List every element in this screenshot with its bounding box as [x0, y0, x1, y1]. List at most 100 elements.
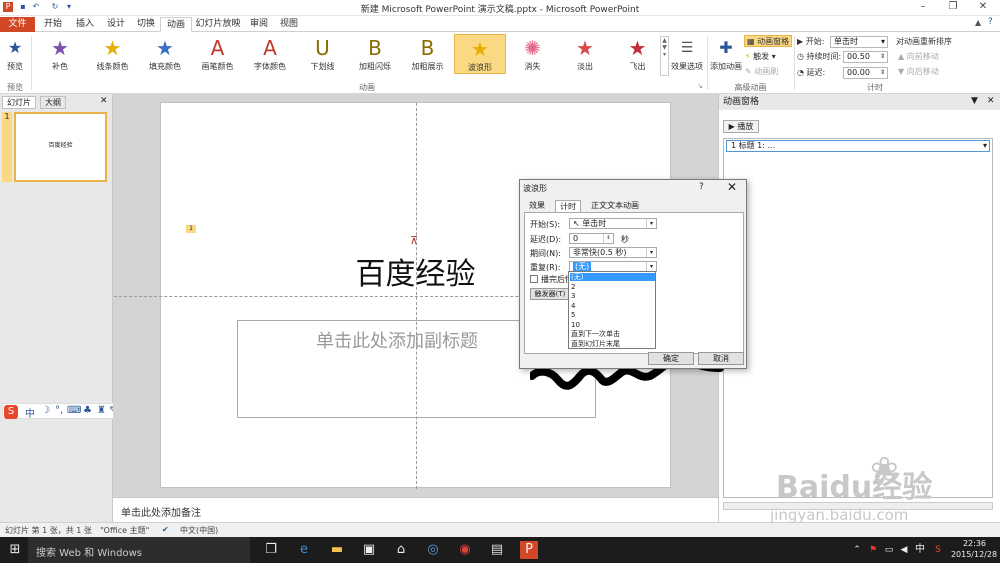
- tab-insert[interactable]: 插入: [70, 17, 100, 32]
- rewind-checkbox[interactable]: [530, 275, 538, 283]
- skin-icon[interactable]: ♜: [97, 405, 106, 416]
- tab-view[interactable]: 视图: [274, 17, 304, 32]
- edge-icon[interactable]: e: [295, 541, 313, 559]
- play-button[interactable]: ▶ 播放: [723, 120, 759, 133]
- user-icon[interactable]: ♣: [83, 405, 92, 416]
- animation-tag[interactable]: 1: [186, 225, 196, 233]
- repeat-option[interactable]: 直到下一次单击: [570, 330, 655, 338]
- paw-icon: ❀: [870, 450, 899, 490]
- delay-input[interactable]: 0 ⇕: [569, 233, 614, 244]
- tab-outline[interactable]: 大纲: [40, 96, 66, 109]
- anim-bold-reveal-button[interactable]: B 加粗展示: [402, 34, 454, 74]
- repeat-option[interactable]: (无): [570, 273, 655, 281]
- repeat-option[interactable]: 直到幻灯片末尾: [570, 340, 655, 348]
- app-icon[interactable]: ▤: [488, 541, 506, 559]
- ok-button[interactable]: 确定: [648, 352, 694, 365]
- ime-mode[interactable]: 中: [25, 405, 35, 420]
- delay-input[interactable]: 00.00 ⇕: [843, 67, 888, 79]
- repeat-option[interactable]: 2: [570, 283, 655, 291]
- keyboard-icon[interactable]: ⌨: [67, 405, 81, 416]
- close-button[interactable]: ✕: [968, 1, 998, 15]
- dialog-close-button[interactable]: ✕: [727, 180, 737, 194]
- wave-effect-dialog: 波浪形 ? ✕ 效果 计时 正文文本动画 开始(S): ↖ 单击时 ▾ 延迟(D)…: [519, 179, 747, 369]
- theme-name[interactable]: "Office 主题": [100, 525, 149, 536]
- move-later-button[interactable]: ▼ 向后移动: [898, 66, 939, 78]
- tab-slides[interactable]: 幻灯片: [2, 96, 36, 109]
- trigger-button[interactable]: ⚡ 触发 ▾: [745, 51, 776, 63]
- anim-fly-out-button[interactable]: ★ 飞出: [612, 34, 664, 74]
- tab-slideshow[interactable]: 幻灯片放映: [193, 17, 243, 32]
- punct-icon[interactable]: °,: [55, 405, 63, 416]
- notes-pane[interactable]: 单击此处添加备注: [113, 497, 718, 522]
- tab-review[interactable]: 审阅: [244, 17, 274, 32]
- moon-icon[interactable]: ☽: [41, 405, 50, 416]
- anim-underline-label: 下划线: [310, 62, 335, 71]
- task-view-icon[interactable]: ❐: [262, 541, 280, 559]
- duration-input[interactable]: 00.50 ⇕: [843, 51, 888, 63]
- home-icon[interactable]: ⌂: [392, 541, 410, 559]
- browser-icon[interactable]: ◎: [424, 541, 442, 559]
- effect-options-button[interactable]: ☰ 效果选项: [668, 34, 706, 74]
- chevron-down-icon[interactable]: ▾: [983, 141, 987, 151]
- anim-underline-button[interactable]: U 下划线: [297, 34, 349, 74]
- repeat-option[interactable]: 5: [570, 311, 655, 319]
- duration-select[interactable]: 非常快(0.5 秒) ▾: [569, 247, 657, 258]
- anim-line-color-icon: ★: [103, 36, 122, 60]
- start-select[interactable]: ↖ 单击时 ▾: [569, 218, 657, 229]
- repeat-option[interactable]: 10: [570, 321, 655, 329]
- anim-painter-label: 动画刷: [754, 67, 779, 76]
- anim-fade-button[interactable]: ★ 淡出: [559, 34, 611, 74]
- anim-bold-flash-icon: B: [368, 36, 382, 60]
- rotate-handle-icon[interactable]: ⊼: [410, 234, 418, 247]
- tab-file[interactable]: 文件: [0, 17, 35, 32]
- dialog-help-button[interactable]: ?: [699, 182, 704, 192]
- tab-transitions[interactable]: 切换: [131, 17, 161, 32]
- repeat-option[interactable]: 3: [570, 292, 655, 300]
- sogou-icon[interactable]: S: [4, 405, 18, 419]
- ime-indicator[interactable]: 中: [911, 541, 929, 559]
- move-earlier-button[interactable]: ▲ 向前移动: [898, 51, 939, 63]
- search-box[interactable]: 搜索 Web 和 Windows: [28, 537, 250, 563]
- clock-date[interactable]: 2015/12/28: [948, 550, 1000, 559]
- language[interactable]: 中文(中国): [180, 525, 218, 536]
- sogou-tray-icon[interactable]: S: [929, 541, 947, 559]
- dialog-launcher-icon[interactable]: ↘: [697, 82, 703, 90]
- anim-complementary-button[interactable]: ★ 补色: [34, 34, 86, 74]
- slide-thumbnail[interactable]: 百度经验: [14, 112, 107, 182]
- animation-item[interactable]: 1 标题 1: ... ▾: [726, 140, 990, 152]
- help-icon[interactable]: ?: [988, 17, 993, 27]
- tab-animations[interactable]: 动画: [160, 17, 192, 32]
- anim-fill-color-button[interactable]: ★ 填充颜色: [139, 34, 191, 74]
- anim-bold-flash-button[interactable]: B 加粗闪烁: [349, 34, 401, 74]
- maximize-button[interactable]: ❐: [938, 1, 968, 15]
- anim-disappear-button[interactable]: ✺ 消失: [507, 34, 559, 74]
- preview-button[interactable]: ★ 预览: [0, 34, 30, 74]
- pane-close-icon[interactable]: ✕: [987, 96, 995, 106]
- anim-painter-button[interactable]: ✎ 动画刷: [745, 66, 778, 78]
- anim-font-color-button[interactable]: A 字体颜色: [244, 34, 296, 74]
- spellcheck-icon[interactable]: ✔: [162, 525, 169, 534]
- minimize-button[interactable]: –: [908, 1, 938, 15]
- pane-menu-icon[interactable]: ▼: [971, 96, 978, 106]
- trigger-button[interactable]: 触发器(T): [530, 288, 570, 300]
- animation-item-label: 1 标题 1: ...: [731, 141, 776, 150]
- ribbon-collapse-icon[interactable]: ▲: [975, 18, 981, 27]
- anim-line-color-label: 线条颜色: [96, 62, 129, 71]
- add-animation-button[interactable]: ✚ 添加动画: [708, 34, 744, 74]
- cancel-button[interactable]: 取消: [698, 352, 744, 365]
- repeat-option[interactable]: 4: [570, 302, 655, 310]
- start-select[interactable]: 单击时 ▾: [830, 36, 888, 48]
- anim-wave-button[interactable]: ★ 波浪形: [454, 34, 506, 74]
- anim-pane-button[interactable]: ▦ 动画窗格: [744, 35, 793, 47]
- tab-home[interactable]: 开始: [38, 17, 68, 32]
- windows-start-icon[interactable]: ⊞: [6, 541, 24, 559]
- clock-time[interactable]: 22:36: [952, 539, 997, 548]
- tab-design[interactable]: 设计: [101, 17, 131, 32]
- store-icon[interactable]: ▣: [360, 541, 378, 559]
- anim-line-color-button[interactable]: ★ 线条颜色: [87, 34, 139, 74]
- close-panel-icon[interactable]: ✕: [100, 96, 108, 106]
- netease-icon[interactable]: ◉: [456, 541, 474, 559]
- anim-brush-color-button[interactable]: A 画笔颜色: [192, 34, 244, 74]
- explorer-icon[interactable]: ▬: [328, 541, 346, 559]
- powerpoint-task-icon[interactable]: P: [520, 541, 538, 559]
